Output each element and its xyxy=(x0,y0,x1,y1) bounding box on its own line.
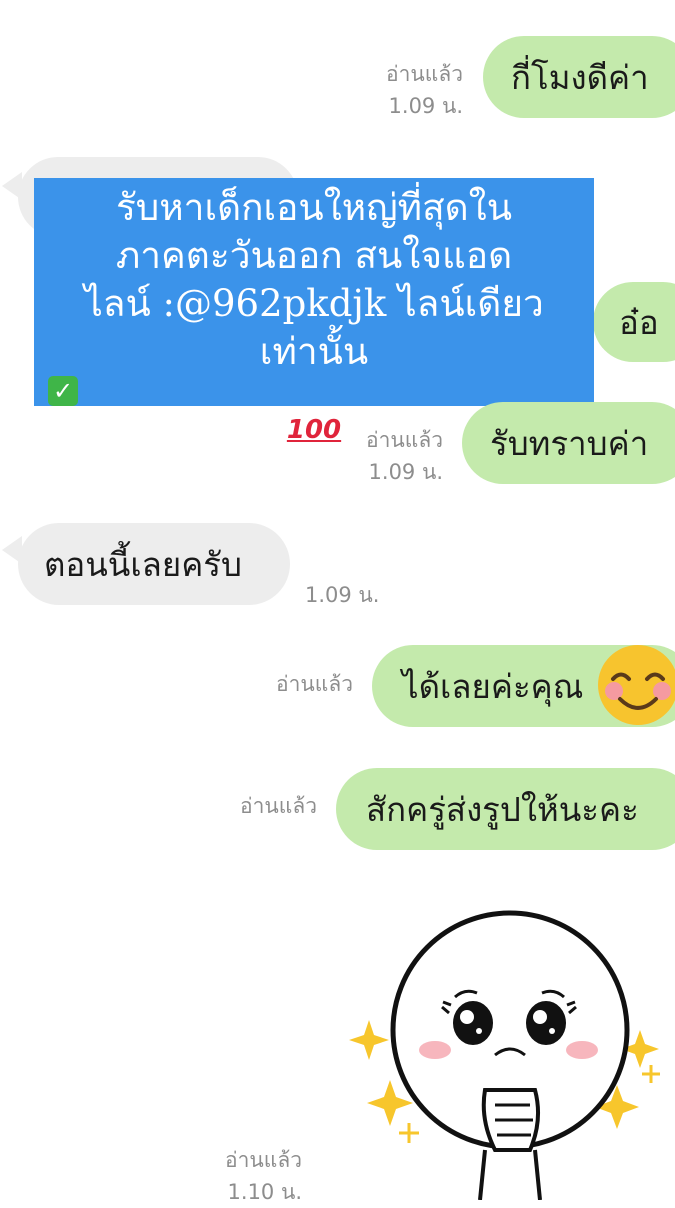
spam-overlay-banner: รับหาเด็กเอนใหญ่ที่สุดใน ภาคตะวันออก สนใ… xyxy=(34,178,594,445)
timestamp: 1.10 น. xyxy=(227,1180,302,1204)
message-bubble[interactable]: อ๋อ xyxy=(593,282,675,362)
read-receipt: อ่านแล้ว xyxy=(225,1148,302,1172)
message-text: รับทราบค่า xyxy=(490,423,649,463)
timestamp: 1.09 น. xyxy=(368,460,443,484)
message-1-meta: อ่านแล้ว 1.09 น. xyxy=(386,58,463,122)
overlay-line: ภาคตะวันออก สนใจแอด xyxy=(115,234,513,277)
moon-pleading-sticker[interactable] xyxy=(345,905,675,1200)
message-text: อ๋อ xyxy=(619,302,659,342)
timestamp: 1.09 น. xyxy=(388,94,463,118)
message-5-meta: อ่านแล้ว xyxy=(276,668,353,700)
read-receipt: อ่านแล้ว xyxy=(276,672,353,696)
overlay-line: เท่านั้น xyxy=(259,330,369,373)
timestamp: 1.09 น. xyxy=(305,583,380,607)
read-receipt: อ่านแล้ว xyxy=(386,62,463,86)
message-text: ได้เลยค่ะคุณ xyxy=(402,666,584,706)
bubble-tail xyxy=(2,172,22,200)
smiling-face-emoji xyxy=(598,645,675,725)
message-bubble[interactable]: รับทราบค่า xyxy=(462,402,675,484)
message-3-meta: อ่านแล้ว 1.09 น. xyxy=(366,424,443,488)
message-text: สักครู่ส่งรูปให้นะคะ xyxy=(366,789,639,829)
message-bubble[interactable]: ตอนนี้เลยครับ xyxy=(18,523,290,605)
message-text: ตอนนี้เลยครับ xyxy=(44,544,242,584)
message-bubble[interactable]: กี่โมงดีค่า xyxy=(483,36,675,118)
check-mark-icon: ✓ xyxy=(48,376,78,406)
message-4-meta: 1.09 น. xyxy=(305,579,379,611)
message-text: กี่โมงดีค่า xyxy=(511,57,649,97)
message-bubble[interactable]: สักครู่ส่งรูปให้นะคะ xyxy=(336,768,675,850)
read-receipt: อ่านแล้ว xyxy=(366,428,443,452)
message-6-meta: อ่านแล้ว xyxy=(240,790,317,822)
overlay-line: ไลน์ :@962pkdjk ไลน์เดียว xyxy=(84,282,544,325)
overlay-line: รับหาเด็กเอนใหญ่ที่สุดใน xyxy=(115,186,513,229)
read-receipt: อ่านแล้ว xyxy=(240,794,317,818)
message-7-meta: อ่านแล้ว 1.10 น. xyxy=(225,1144,302,1208)
